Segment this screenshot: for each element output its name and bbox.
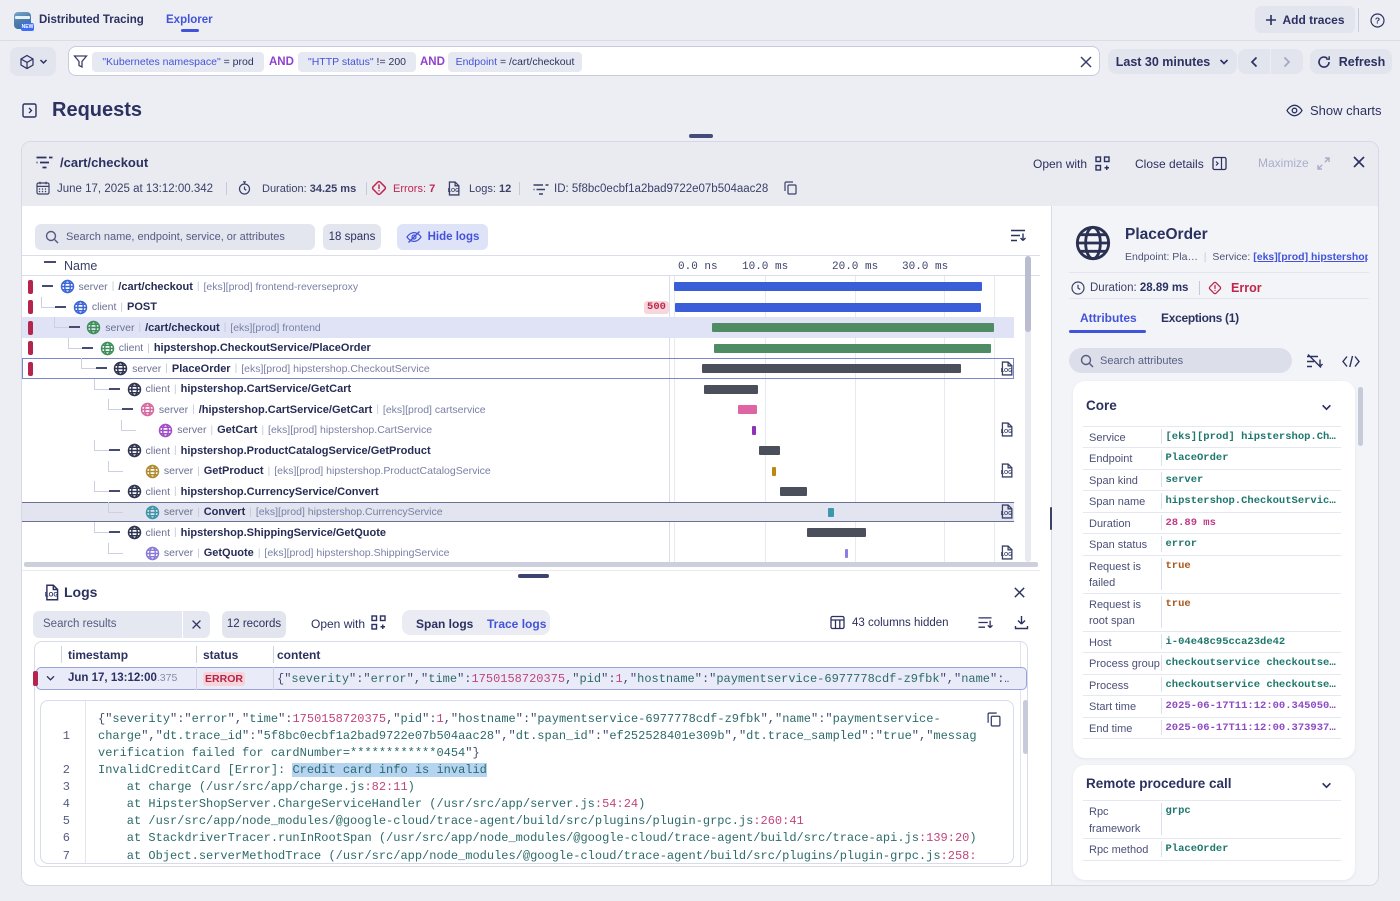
svg-text:LOG: LOG: [45, 593, 58, 599]
svg-text:LOG: LOG: [1001, 511, 1013, 517]
svg-text:LOG: LOG: [1001, 429, 1013, 435]
svg-text:LOG: LOG: [1001, 470, 1013, 476]
svg-text:LOG: LOG: [1001, 368, 1013, 374]
svg-text:LOG: LOG: [1001, 552, 1013, 558]
svg-text:LOG: LOG: [448, 188, 460, 194]
svg-text:?: ?: [1375, 16, 1380, 26]
